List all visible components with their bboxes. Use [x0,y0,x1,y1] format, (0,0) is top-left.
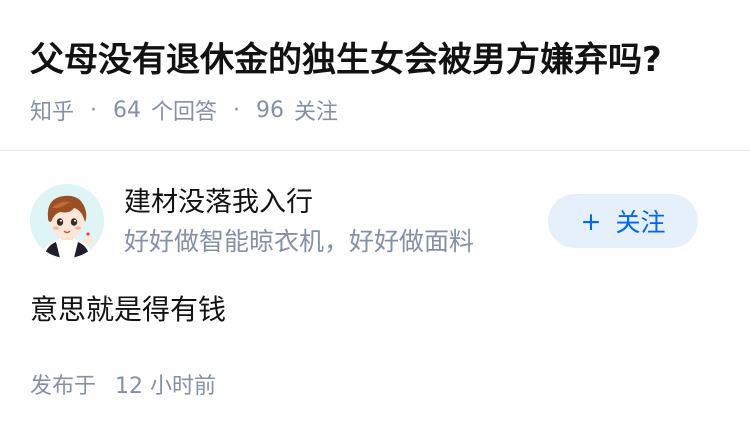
author-bio-container: 好好做智能晾衣机，好好做面料 [124,224,544,260]
publish-time-value: 12 小时前 [115,374,217,399]
follower-count: 96 [256,97,285,123]
meta-separator: · [90,97,98,123]
author-name[interactable]: 建材没落我入行 [124,184,313,222]
publish-time-label: 发布于 [30,374,97,399]
answer-content[interactable]: 意思就是得有钱 [30,290,226,330]
avatar[interactable] [30,184,104,258]
answer-page: 父母没有退休金的独生女会被男方嫌弃吗? 知乎 · 64 个回答 · 96 关注 [0,0,750,438]
bio-fade-overlay [464,224,544,260]
answer-count: 64 [113,97,142,123]
meta-separator: · [233,97,241,123]
source-label: 知乎 [30,100,75,125]
question-meta: 知乎 · 64 个回答 · 96 关注 [30,94,338,126]
answer-count-label: 个回答 [151,100,218,125]
question-title[interactable]: 父母没有退休金的独生女会被男方嫌弃吗? [30,36,730,84]
plus-icon: + [580,206,602,236]
cartoon-boy-avatar-icon [30,184,104,258]
follow-button-label: 关注 [615,208,666,237]
divider [0,150,750,151]
publish-time: 发布于 12 小时前 [30,370,216,404]
follower-count-label: 关注 [294,100,339,125]
follow-button[interactable]: + 关注 [548,194,698,248]
